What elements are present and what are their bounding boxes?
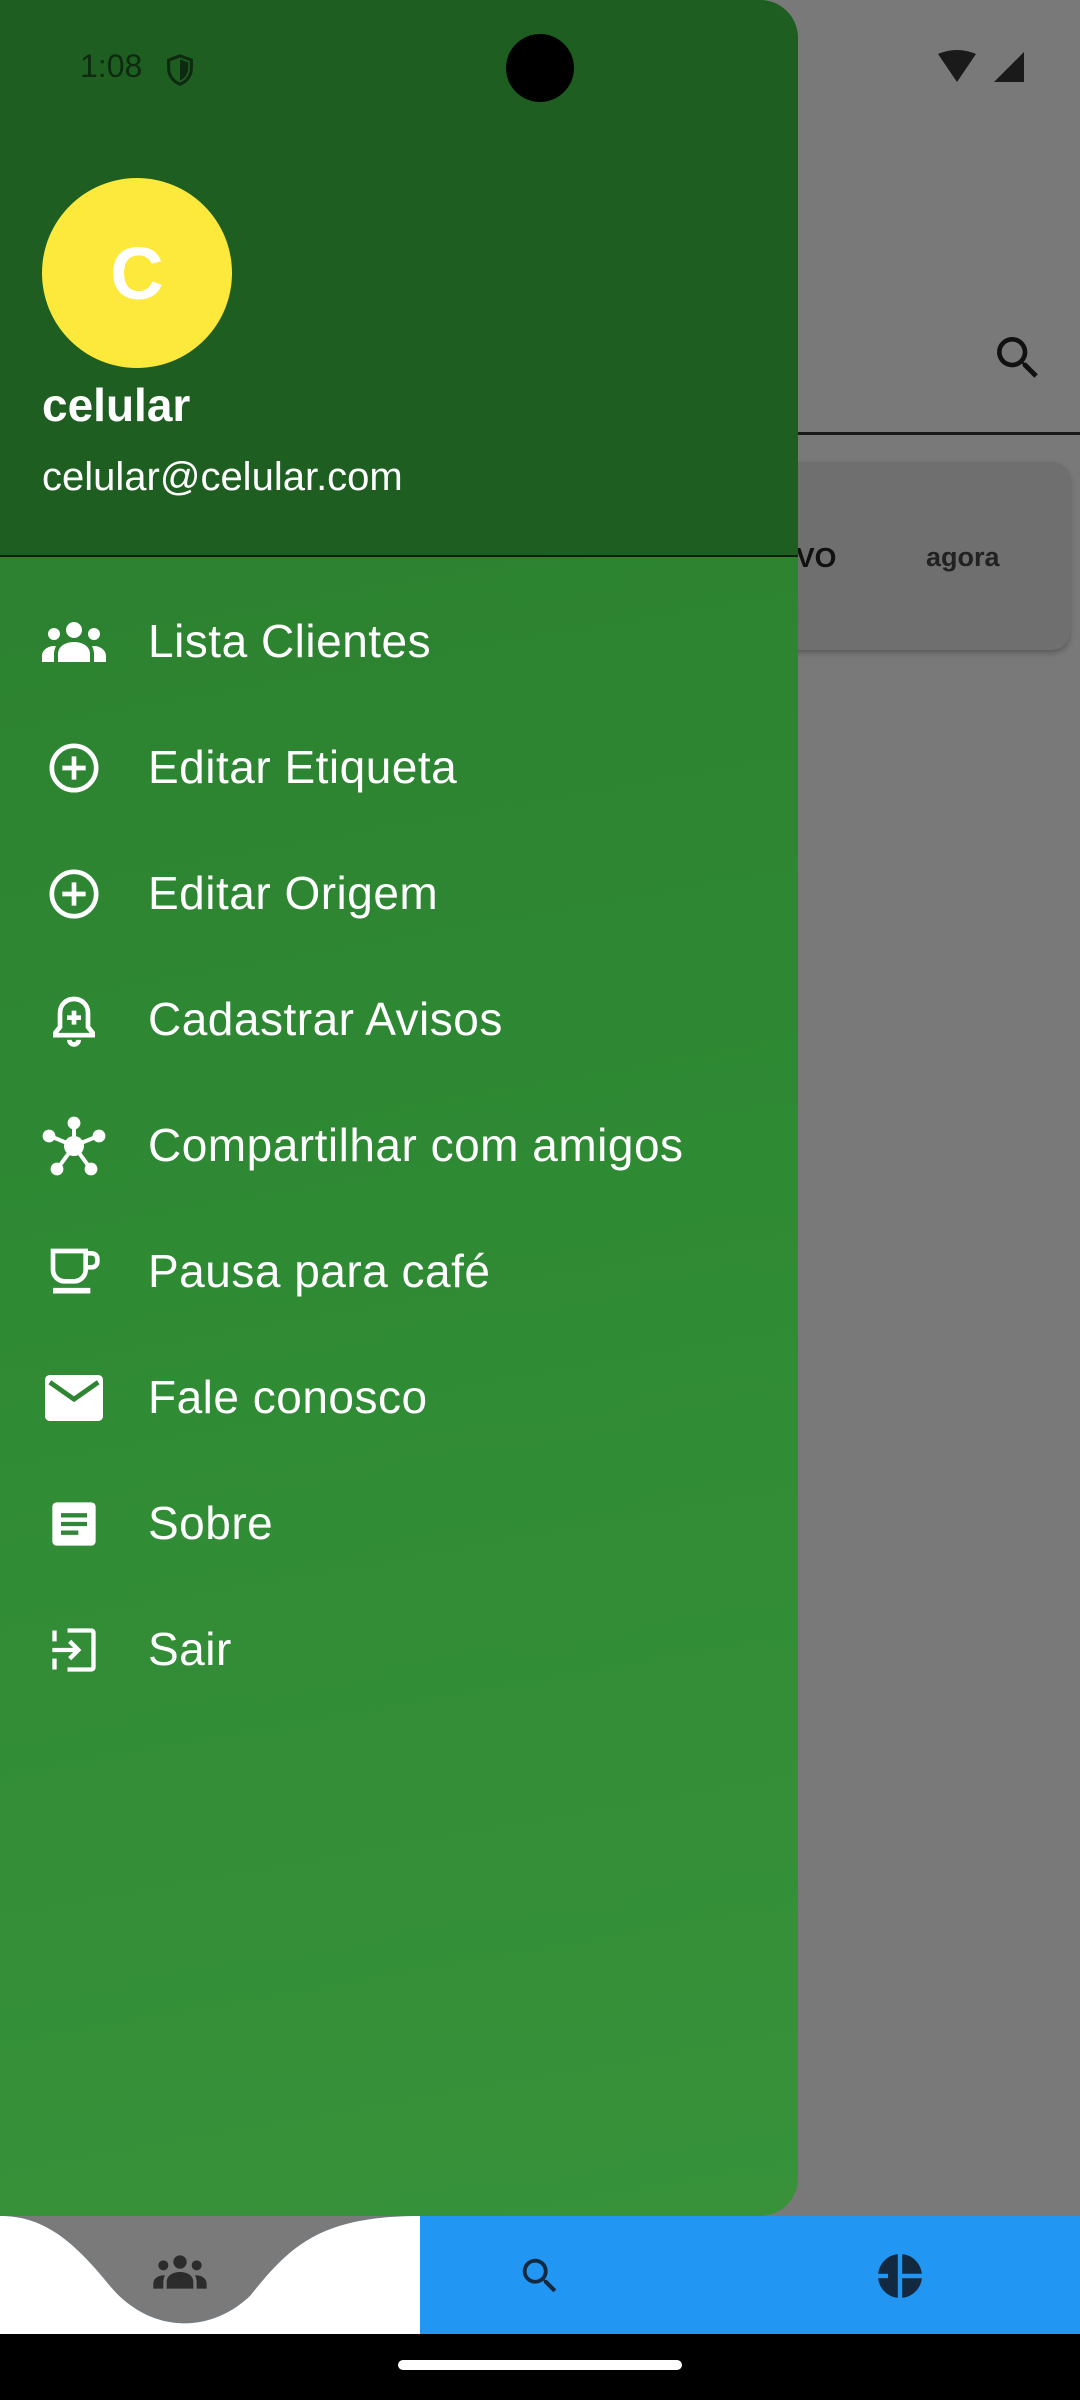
logout-icon	[40, 1624, 108, 1676]
share-hub-icon	[40, 1116, 108, 1176]
menu-item-label: Lista Clientes	[148, 615, 432, 667]
menu-item-lista-clientes[interactable]: Lista Clientes	[0, 578, 798, 704]
system-gesture-area	[0, 2334, 1080, 2400]
nav-search-button[interactable]	[500, 2236, 580, 2316]
article-icon	[40, 1498, 108, 1550]
user-name: celular	[42, 379, 191, 431]
menu-item-editar-origem[interactable]: Editar Origem	[0, 830, 798, 956]
menu-item-label: Sobre	[148, 1497, 274, 1549]
search-icon	[522, 2258, 557, 2293]
people-group-icon	[40, 616, 108, 668]
menu-item-label: Editar Etiqueta	[148, 741, 458, 793]
menu-item-label: Editar Origem	[148, 867, 439, 919]
coffee-cup-icon	[40, 1246, 108, 1298]
menu-item-label: Cadastrar Avisos	[148, 993, 503, 1045]
user-email: celular@celular.com	[42, 455, 403, 499]
avatar[interactable]: C	[42, 178, 232, 368]
menu-item-sobre[interactable]: Sobre	[0, 1460, 798, 1586]
email-icon	[40, 1372, 108, 1424]
drawer-header: 1:08 C celular celular@celular.com	[0, 0, 798, 557]
status-time: 1:08	[80, 48, 143, 84]
add-circle-outline-icon	[40, 868, 108, 920]
nav-clients-button[interactable]	[140, 2232, 220, 2312]
nav-chart-button[interactable]	[860, 2236, 940, 2316]
menu-item-label: Fale conosco	[148, 1371, 428, 1423]
menu-item-editar-etiqueta[interactable]: Editar Etiqueta	[0, 704, 798, 830]
menu-item-label: Sair	[148, 1623, 232, 1675]
menu-item-label: Pausa para café	[148, 1245, 491, 1297]
notification-add-icon	[40, 994, 108, 1047]
camera-cutout	[506, 34, 574, 102]
search-icon[interactable]	[990, 330, 1046, 386]
navigation-drawer: 1:08 C celular celular@celular.com Lista…	[0, 0, 798, 2216]
divider	[780, 432, 1080, 435]
menu-item-pausa-cafe[interactable]: Pausa para café	[0, 1208, 798, 1334]
shield-icon	[167, 54, 193, 86]
home-gesture-handle[interactable]	[398, 2360, 682, 2370]
menu-item-cadastrar-avisos[interactable]: Cadastrar Avisos	[0, 956, 798, 1082]
menu-item-fale-conosco[interactable]: Fale conosco	[0, 1334, 798, 1460]
add-circle-outline-icon	[40, 742, 108, 794]
signal-wifi-icon	[938, 50, 1024, 82]
status-text: VO	[796, 542, 837, 573]
people-group-icon	[153, 2255, 207, 2289]
drawer-menu: Lista Clientes Editar Etiqueta Editar Or…	[0, 578, 798, 1712]
menu-item-sair[interactable]: Sair	[0, 1586, 798, 1712]
menu-item-compartilhar[interactable]: Compartilhar com amigos	[0, 1082, 798, 1208]
pie-chart-icon	[878, 2254, 922, 2298]
bottom-navigation-bar	[0, 2216, 1080, 2334]
menu-item-label: Compartilhar com amigos	[148, 1119, 684, 1171]
time-text: agora	[926, 542, 1000, 572]
